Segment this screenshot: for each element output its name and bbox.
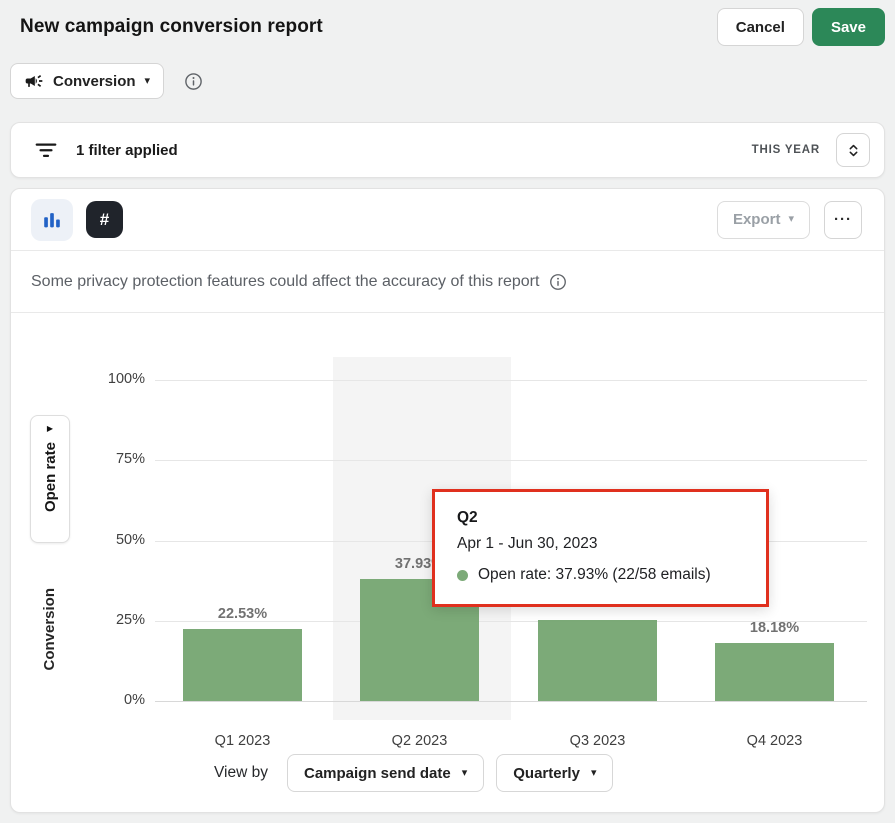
view-by-row: View by Campaign send date ▾ Quarterly ▾ xyxy=(214,754,613,792)
chart-toolbar: # Export ▾ ··· xyxy=(11,189,884,251)
bar-chart-icon xyxy=(41,209,63,231)
filter-applied-text: 1 filter applied xyxy=(76,142,178,159)
y-axis-tick: 100% xyxy=(75,371,145,387)
metric-dropdown-button[interactable]: Conversion ▾ xyxy=(10,63,164,99)
chevron-down-icon: ▾ xyxy=(591,768,597,779)
chevron-down-icon: ▾ xyxy=(462,768,468,779)
export-button[interactable]: Export ▾ xyxy=(717,201,810,239)
period-toggle-button[interactable] xyxy=(836,133,870,167)
bar-value-label: 22.53% xyxy=(183,606,302,622)
bar-chart-view-button[interactable] xyxy=(31,199,73,241)
metric-dropdown-label: Conversion xyxy=(53,73,136,90)
view-by-granularity-dropdown[interactable]: Quarterly ▾ xyxy=(496,754,613,792)
filter-right: THIS YEAR xyxy=(752,133,870,167)
chart-card: # Export ▾ ··· Some privacy protection f… xyxy=(10,188,885,813)
y-axis-title-wrap: Conversion xyxy=(29,573,69,685)
header-actions: Cancel Save xyxy=(717,8,885,46)
megaphone-icon xyxy=(24,71,44,91)
view-by-granularity-value: Quarterly xyxy=(513,765,580,782)
chart-tooltip: Q2 Apr 1 - Jun 30, 2023 Open rate: 37.93… xyxy=(432,489,769,607)
cancel-button[interactable]: Cancel xyxy=(717,8,804,46)
toolbar-right: Export ▾ ··· xyxy=(717,201,862,239)
campaign-report-page: New campaign conversion report Cancel Sa… xyxy=(0,0,895,823)
chart-bar[interactable] xyxy=(538,620,657,701)
tooltip-metric-row: Open rate: 37.93% (22/58 emails) xyxy=(457,566,746,584)
chevron-down-icon: ▾ xyxy=(145,76,151,87)
bar-value-label: 18.18% xyxy=(715,620,834,636)
y-axis-tick: 25% xyxy=(75,612,145,628)
chart-region: 100% 75% 50% 25% 0% 22.53% 37.93% 18.18%… xyxy=(11,313,884,811)
view-by-dimension-value: Campaign send date xyxy=(304,765,451,782)
metric-row: Conversion ▾ xyxy=(10,63,895,99)
y-axis-tick: 50% xyxy=(75,532,145,548)
tooltip-title: Q2 xyxy=(457,509,746,527)
save-button[interactable]: Save xyxy=(812,8,885,46)
x-axis-tick: Q2 2023 xyxy=(360,733,479,749)
expand-right-icon: ▶ xyxy=(47,425,53,433)
privacy-info-icon[interactable] xyxy=(548,272,568,292)
y-axis-tick: 0% xyxy=(75,692,145,708)
export-label: Export xyxy=(733,211,781,228)
view-by-dimension-dropdown[interactable]: Campaign send date ▾ xyxy=(287,754,484,792)
y-axis-tick: 75% xyxy=(75,451,145,467)
header: New campaign conversion report Cancel Sa… xyxy=(0,0,895,46)
chart-bar[interactable] xyxy=(183,629,302,701)
gridline-0 xyxy=(155,701,867,702)
tooltip-metric-text: Open rate: 37.93% (22/58 emails) xyxy=(478,566,711,584)
privacy-notice: Some privacy protection features could a… xyxy=(11,251,884,313)
period-label: THIS YEAR xyxy=(752,144,820,156)
view-by-label: View by xyxy=(214,764,268,782)
tooltip-date-range: Apr 1 - Jun 30, 2023 xyxy=(457,535,746,553)
page-title: New campaign conversion report xyxy=(20,16,323,38)
open-rate-series-button[interactable]: ▶ Open rate xyxy=(30,415,70,543)
bar-group-q1: 22.53% xyxy=(183,313,302,701)
open-rate-label: Open rate xyxy=(42,442,59,512)
more-options-button[interactable]: ··· xyxy=(824,201,862,239)
metric-info-icon[interactable] xyxy=(183,71,204,92)
privacy-notice-text: Some privacy protection features could a… xyxy=(31,273,539,291)
filter-lines-icon xyxy=(33,137,59,163)
chevron-down-icon: ▾ xyxy=(788,214,794,225)
x-axis-tick: Q4 2023 xyxy=(715,733,834,749)
filter-bar[interactable]: 1 filter applied THIS YEAR xyxy=(10,122,885,178)
chart-bar[interactable] xyxy=(715,643,834,701)
y-axis-title: Conversion xyxy=(41,588,58,671)
x-axis-tick: Q1 2023 xyxy=(183,733,302,749)
up-down-chevrons-icon xyxy=(845,142,862,159)
number-view-button[interactable]: # xyxy=(86,201,123,238)
series-dot-icon xyxy=(457,570,468,581)
x-axis-tick: Q3 2023 xyxy=(538,733,657,749)
